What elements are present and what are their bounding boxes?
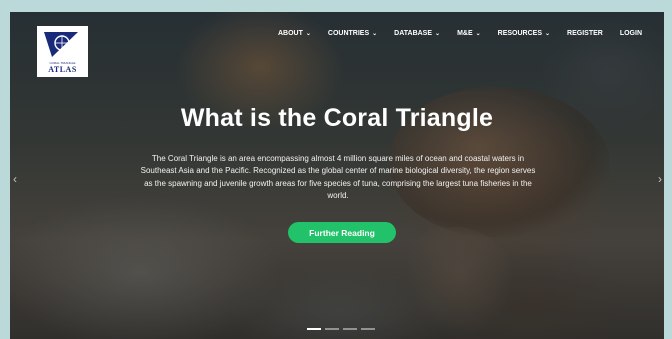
nav-item-login[interactable]: LOGIN bbox=[620, 30, 642, 37]
carousel-dot-3[interactable] bbox=[343, 328, 357, 330]
nav-item-database[interactable]: DATABASE ⌄ bbox=[394, 30, 440, 37]
logo-name: ATLAS bbox=[48, 65, 77, 74]
nav-label: M&E bbox=[457, 30, 473, 37]
atlas-logo[interactable]: CORAL TRIANGLE ATLAS bbox=[37, 26, 88, 77]
logo-emblem-icon bbox=[44, 32, 78, 57]
carousel-prev-arrow-icon[interactable]: ‹ bbox=[13, 172, 17, 186]
nav-item-register[interactable]: REGISTER bbox=[567, 30, 603, 37]
nav-item-resources[interactable]: RESOURCES ⌄ bbox=[498, 30, 550, 37]
chevron-down-icon: ⌄ bbox=[435, 31, 441, 37]
carousel-dot-4[interactable] bbox=[361, 328, 375, 330]
page-frame: CORAL TRIANGLE ATLAS ABOUT ⌄ COUNTRIES ⌄… bbox=[0, 0, 672, 339]
chevron-down-icon: ⌄ bbox=[305, 31, 311, 37]
carousel-next-arrow-icon[interactable]: › bbox=[658, 172, 662, 186]
carousel-dot-2[interactable] bbox=[325, 328, 339, 330]
nav-item-countries[interactable]: COUNTRIES ⌄ bbox=[328, 30, 377, 37]
turtle-flipper-image bbox=[405, 227, 515, 337]
chevron-down-icon: ⌄ bbox=[372, 31, 378, 37]
hero-title: What is the Coral Triangle bbox=[180, 104, 494, 132]
nav-label: COUNTRIES bbox=[327, 30, 370, 37]
chevron-down-icon: ⌄ bbox=[545, 31, 551, 37]
nav-item-me[interactable]: M&E ⌄ bbox=[457, 30, 481, 37]
nav-item-about[interactable]: ABOUT ⌄ bbox=[278, 30, 311, 37]
carousel-indicators bbox=[307, 328, 375, 330]
main-nav: ABOUT ⌄ COUNTRIES ⌄ DATABASE ⌄ M&E ⌄ RES… bbox=[261, 30, 642, 37]
nav-label: RESOURCES bbox=[497, 30, 542, 37]
chevron-down-icon: ⌄ bbox=[475, 31, 481, 37]
hero-carousel: CORAL TRIANGLE ATLAS ABOUT ⌄ COUNTRIES ⌄… bbox=[10, 12, 664, 339]
nav-label: ABOUT bbox=[277, 30, 303, 37]
hero-description: The Coral Triangle is an area encompassi… bbox=[140, 154, 536, 201]
nav-label: LOGIN bbox=[619, 30, 642, 37]
nav-label: DATABASE bbox=[394, 30, 433, 37]
carousel-dot-1[interactable] bbox=[307, 328, 321, 330]
nav-label: REGISTER bbox=[567, 30, 603, 37]
further-reading-button[interactable]: Further Reading bbox=[288, 222, 396, 243]
